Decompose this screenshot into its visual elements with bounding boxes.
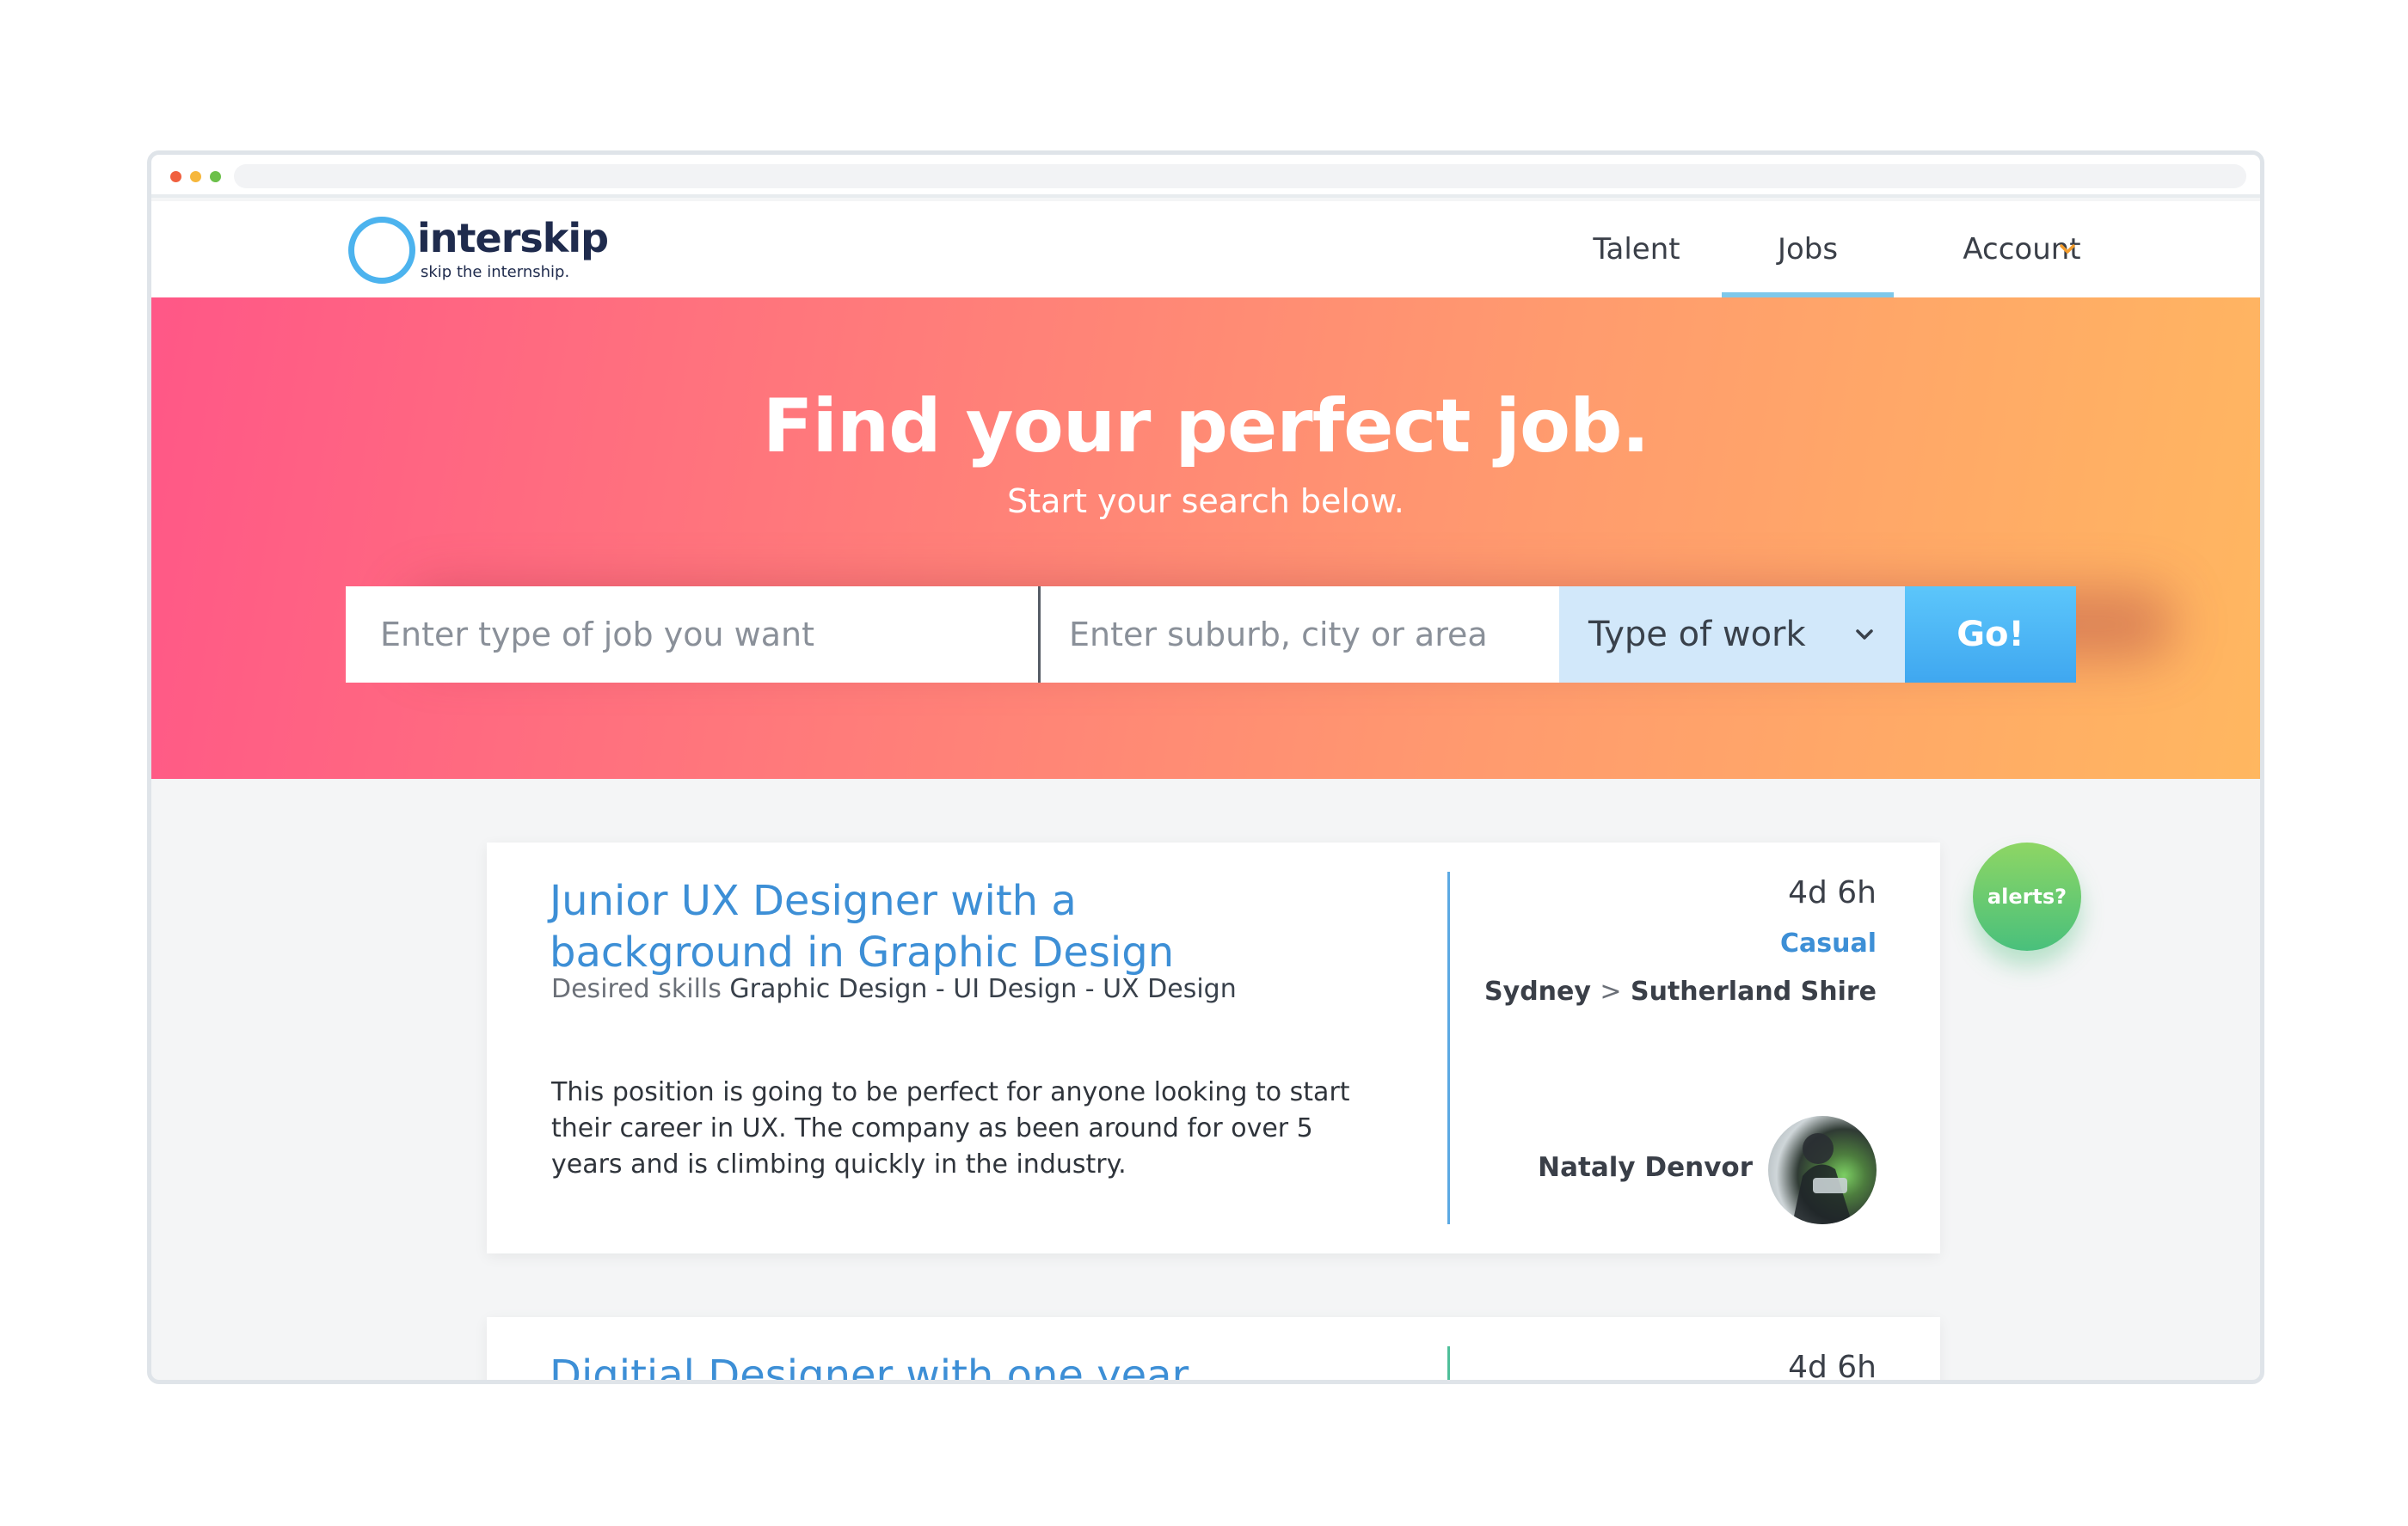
location-city: Sydney — [1484, 977, 1591, 1007]
job-location: Sydney > Sutherland Shire — [1484, 977, 1877, 1007]
chevron-down-icon — [1856, 629, 1873, 640]
person-photo-icon — [1792, 1133, 1852, 1224]
browser-chrome — [151, 155, 2260, 198]
type-of-work-select[interactable]: Type of work — [1559, 586, 1905, 683]
posted-time: 4d 6h — [1788, 875, 1877, 910]
location-separator: > — [1600, 977, 1622, 1007]
job-title-link[interactable]: Junior UX Designer with a background in … — [550, 875, 1281, 978]
logo-tagline: skip the internship. — [421, 263, 570, 281]
desired-skills-label: Desired skills — [551, 974, 722, 1004]
hero-banner: Find your perfect job. Start your search… — [151, 297, 2260, 779]
job-title-link[interactable]: Digitial Designer with one year — [550, 1350, 1281, 1380]
hero-subtitle: Start your search below. — [1007, 482, 1404, 520]
nav-item-talent[interactable]: Talent — [1572, 201, 1701, 297]
job-description: This position is going to be perfect for… — [551, 1077, 1350, 1180]
contact-name: Nataly Denvor — [1538, 1152, 1753, 1183]
job-listing-card[interactable]: Digitial Designer with one year 4d 6h — [487, 1317, 1940, 1384]
maximize-window-icon[interactable] — [210, 171, 221, 182]
chevron-down-icon[interactable] — [2059, 241, 2076, 258]
logo-ring-icon — [348, 217, 415, 284]
card-divider — [1447, 1346, 1450, 1380]
nav-item-jobs[interactable]: Jobs — [1722, 201, 1894, 297]
close-window-icon[interactable] — [170, 171, 181, 182]
card-divider — [1447, 872, 1450, 1224]
hero-title: Find your perfect job. — [762, 383, 1650, 469]
logo[interactable]: interskip skip the internship. — [348, 210, 609, 287]
location-area: Sutherland Shire — [1631, 977, 1877, 1007]
job-type-input[interactable]: Enter type of job you want — [346, 586, 1041, 683]
browser-window: interskip skip the internship. Talent Jo… — [147, 150, 2264, 1384]
posted-time: 4d 6h — [1788, 1350, 1877, 1384]
search-bar: Enter type of job you want Enter suburb,… — [346, 586, 2076, 683]
nav-item-account[interactable]: Account — [1914, 201, 2129, 297]
location-input[interactable]: Enter suburb, city or area — [1041, 586, 1559, 683]
minimize-window-icon[interactable] — [190, 171, 201, 182]
desired-skills-value: Graphic Design - UI Design - UX Design — [729, 974, 1237, 1004]
job-listing-card[interactable]: Junior UX Designer with a background in … — [487, 843, 1940, 1253]
top-navigation: interskip skip the internship. Talent Jo… — [151, 201, 2260, 297]
go-button[interactable]: Go! — [1905, 586, 2076, 683]
desired-skills: Desired skills Graphic Design - UI Desig… — [551, 974, 1237, 1004]
avatar[interactable] — [1768, 1116, 1877, 1224]
address-bar[interactable] — [234, 164, 2246, 188]
logo-name: interskip — [417, 215, 609, 261]
type-of-work-label: Type of work — [1588, 615, 1806, 654]
alerts-button[interactable]: alerts? — [1973, 843, 2081, 951]
work-type-badge: Casual — [1779, 928, 1877, 959]
